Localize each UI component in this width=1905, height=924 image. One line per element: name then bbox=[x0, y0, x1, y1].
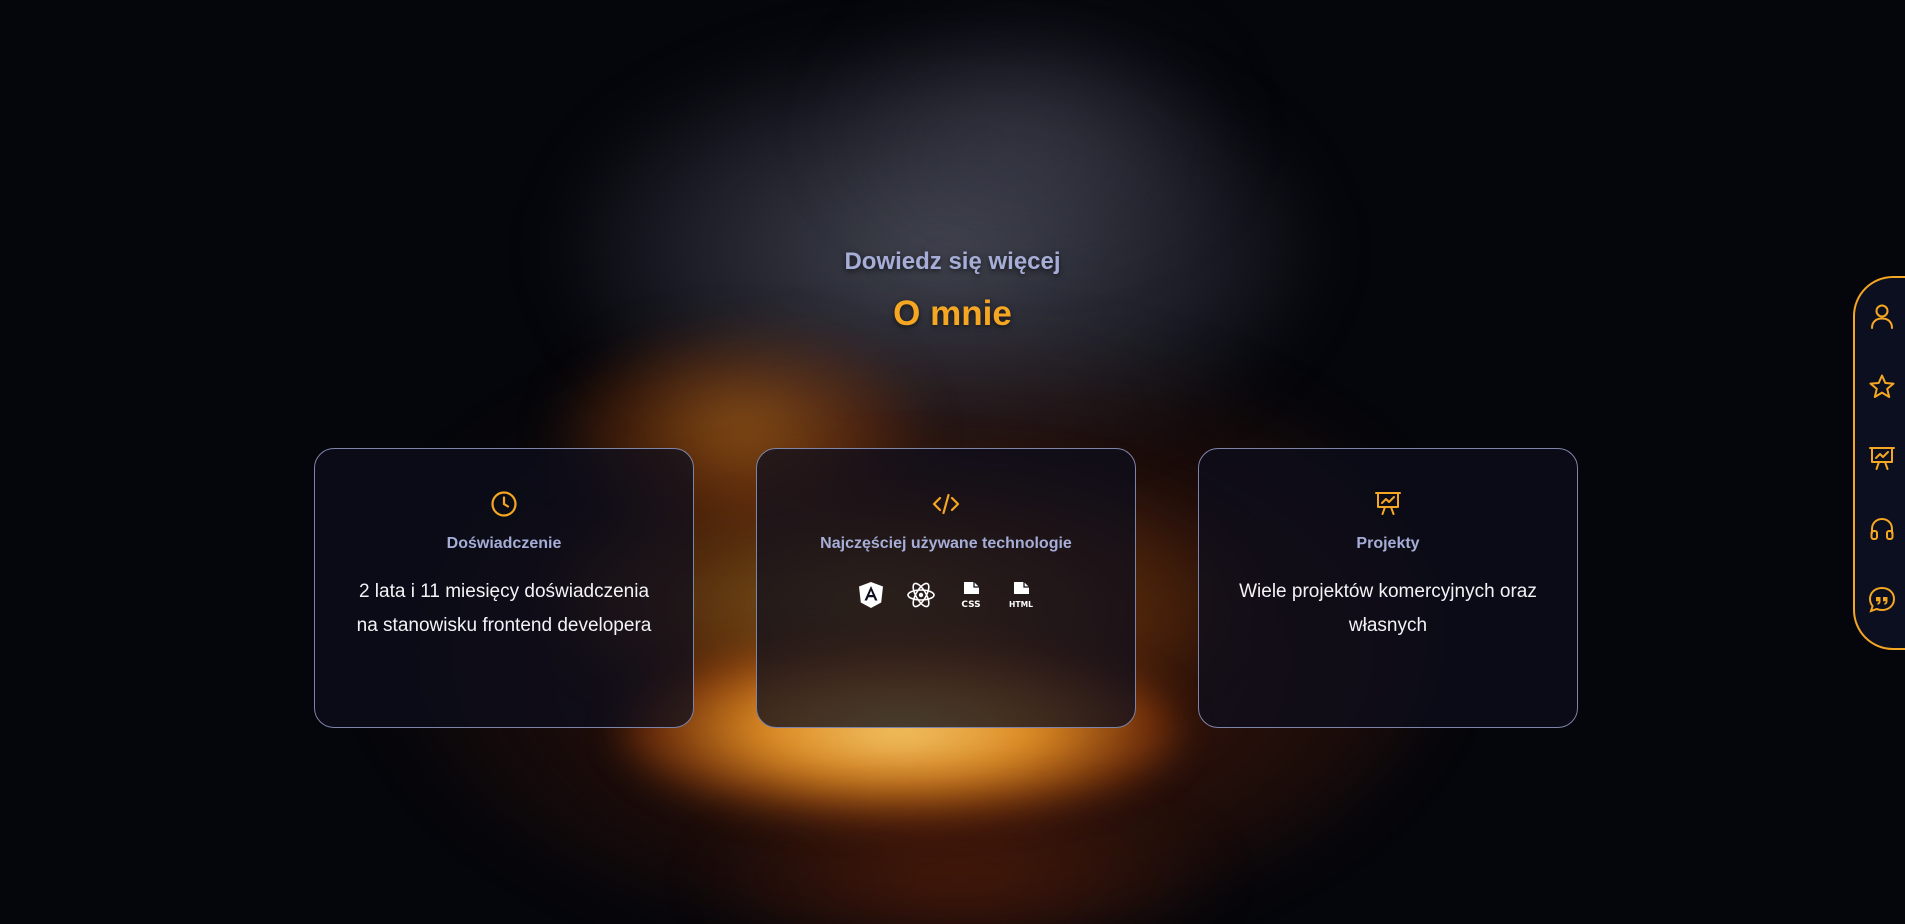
section-header: Dowiedz się więcej O mnie bbox=[0, 248, 1905, 334]
about-section: Dowiedz się więcej O mnie Doświadczenie … bbox=[0, 0, 1905, 924]
projects-card-title: Projekty bbox=[1356, 535, 1420, 552]
section-subtitle: Dowiedz się więcej bbox=[844, 248, 1061, 275]
background-smoke-top bbox=[820, 0, 1240, 260]
side-navigation bbox=[1853, 276, 1905, 650]
projects-card-text: Wiele projektów komercyjnych oraz własny… bbox=[1239, 581, 1537, 636]
angular-icon bbox=[856, 580, 886, 610]
technologies-list: CSS HTML bbox=[757, 580, 1135, 610]
svg-text:HTML: HTML bbox=[1009, 600, 1033, 609]
star-icon[interactable] bbox=[1868, 373, 1896, 401]
html-file-icon: HTML bbox=[1006, 580, 1036, 610]
technologies-card: Najczęściej używane technologie CSS HTML bbox=[756, 448, 1136, 728]
projects-card: Projekty Wiele projektów komercyjnych or… bbox=[1198, 448, 1578, 728]
presentation-icon[interactable] bbox=[1868, 444, 1896, 472]
clock-icon bbox=[489, 489, 519, 519]
react-icon bbox=[906, 580, 936, 610]
code-icon bbox=[931, 489, 961, 519]
presentation-icon bbox=[1373, 489, 1403, 519]
section-title: O mnie bbox=[893, 294, 1012, 333]
experience-card-text: 2 lata i 11 miesięcy doświadczenia na st… bbox=[356, 581, 652, 636]
quote-icon[interactable] bbox=[1868, 586, 1896, 614]
headphones-icon[interactable] bbox=[1868, 515, 1896, 543]
css-file-icon: CSS bbox=[956, 580, 986, 610]
experience-card-title: Doświadczenie bbox=[446, 535, 562, 552]
user-icon[interactable] bbox=[1868, 302, 1896, 330]
background-fire-bottom bbox=[700, 800, 1220, 924]
svg-text:CSS: CSS bbox=[961, 600, 980, 610]
experience-card: Doświadczenie 2 lata i 11 miesięcy doświ… bbox=[314, 448, 694, 728]
technologies-card-title: Najczęściej używane technologie bbox=[820, 535, 1072, 552]
